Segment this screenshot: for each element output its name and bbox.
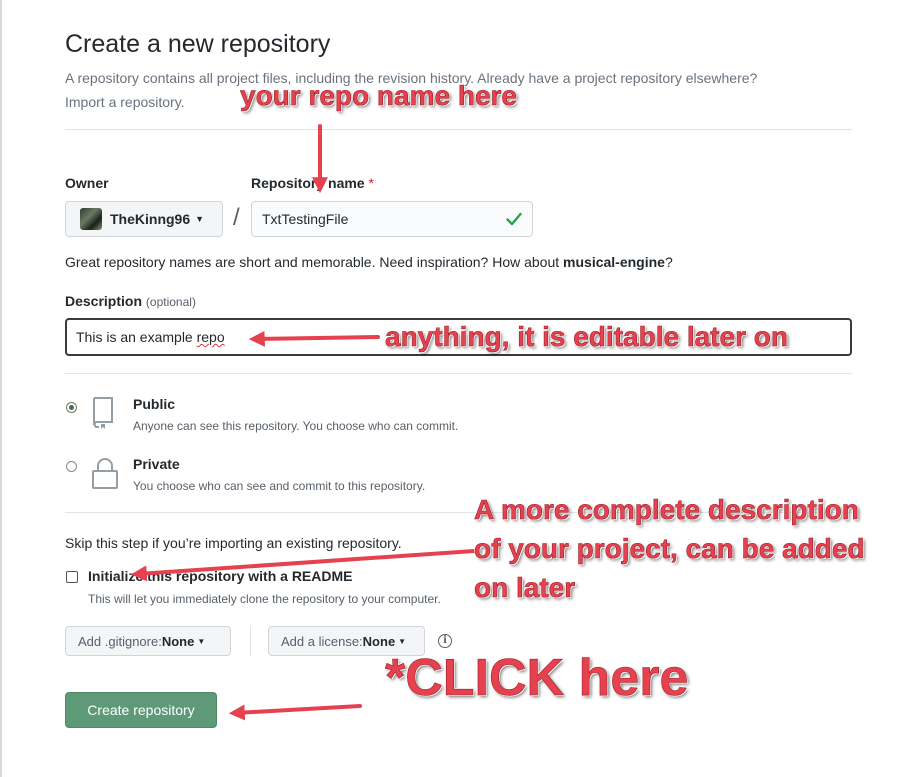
annotation-description: anything, it is editable later on	[385, 321, 789, 353]
annotation-readme-line1: A more complete description	[474, 494, 859, 526]
arrow-to-description	[248, 330, 380, 347]
annotation-readme-line2: of your project, can be added	[474, 533, 865, 565]
annotation-click: *CLICK here	[385, 649, 689, 708]
annotation-repo-name: your repo name here	[240, 80, 518, 112]
arrow-to-create	[228, 704, 362, 721]
arrow-to-readme	[130, 549, 476, 582]
annotation-readme: A more complete description of your proj…	[474, 490, 865, 607]
annotation-readme-line3: on later	[474, 572, 576, 604]
